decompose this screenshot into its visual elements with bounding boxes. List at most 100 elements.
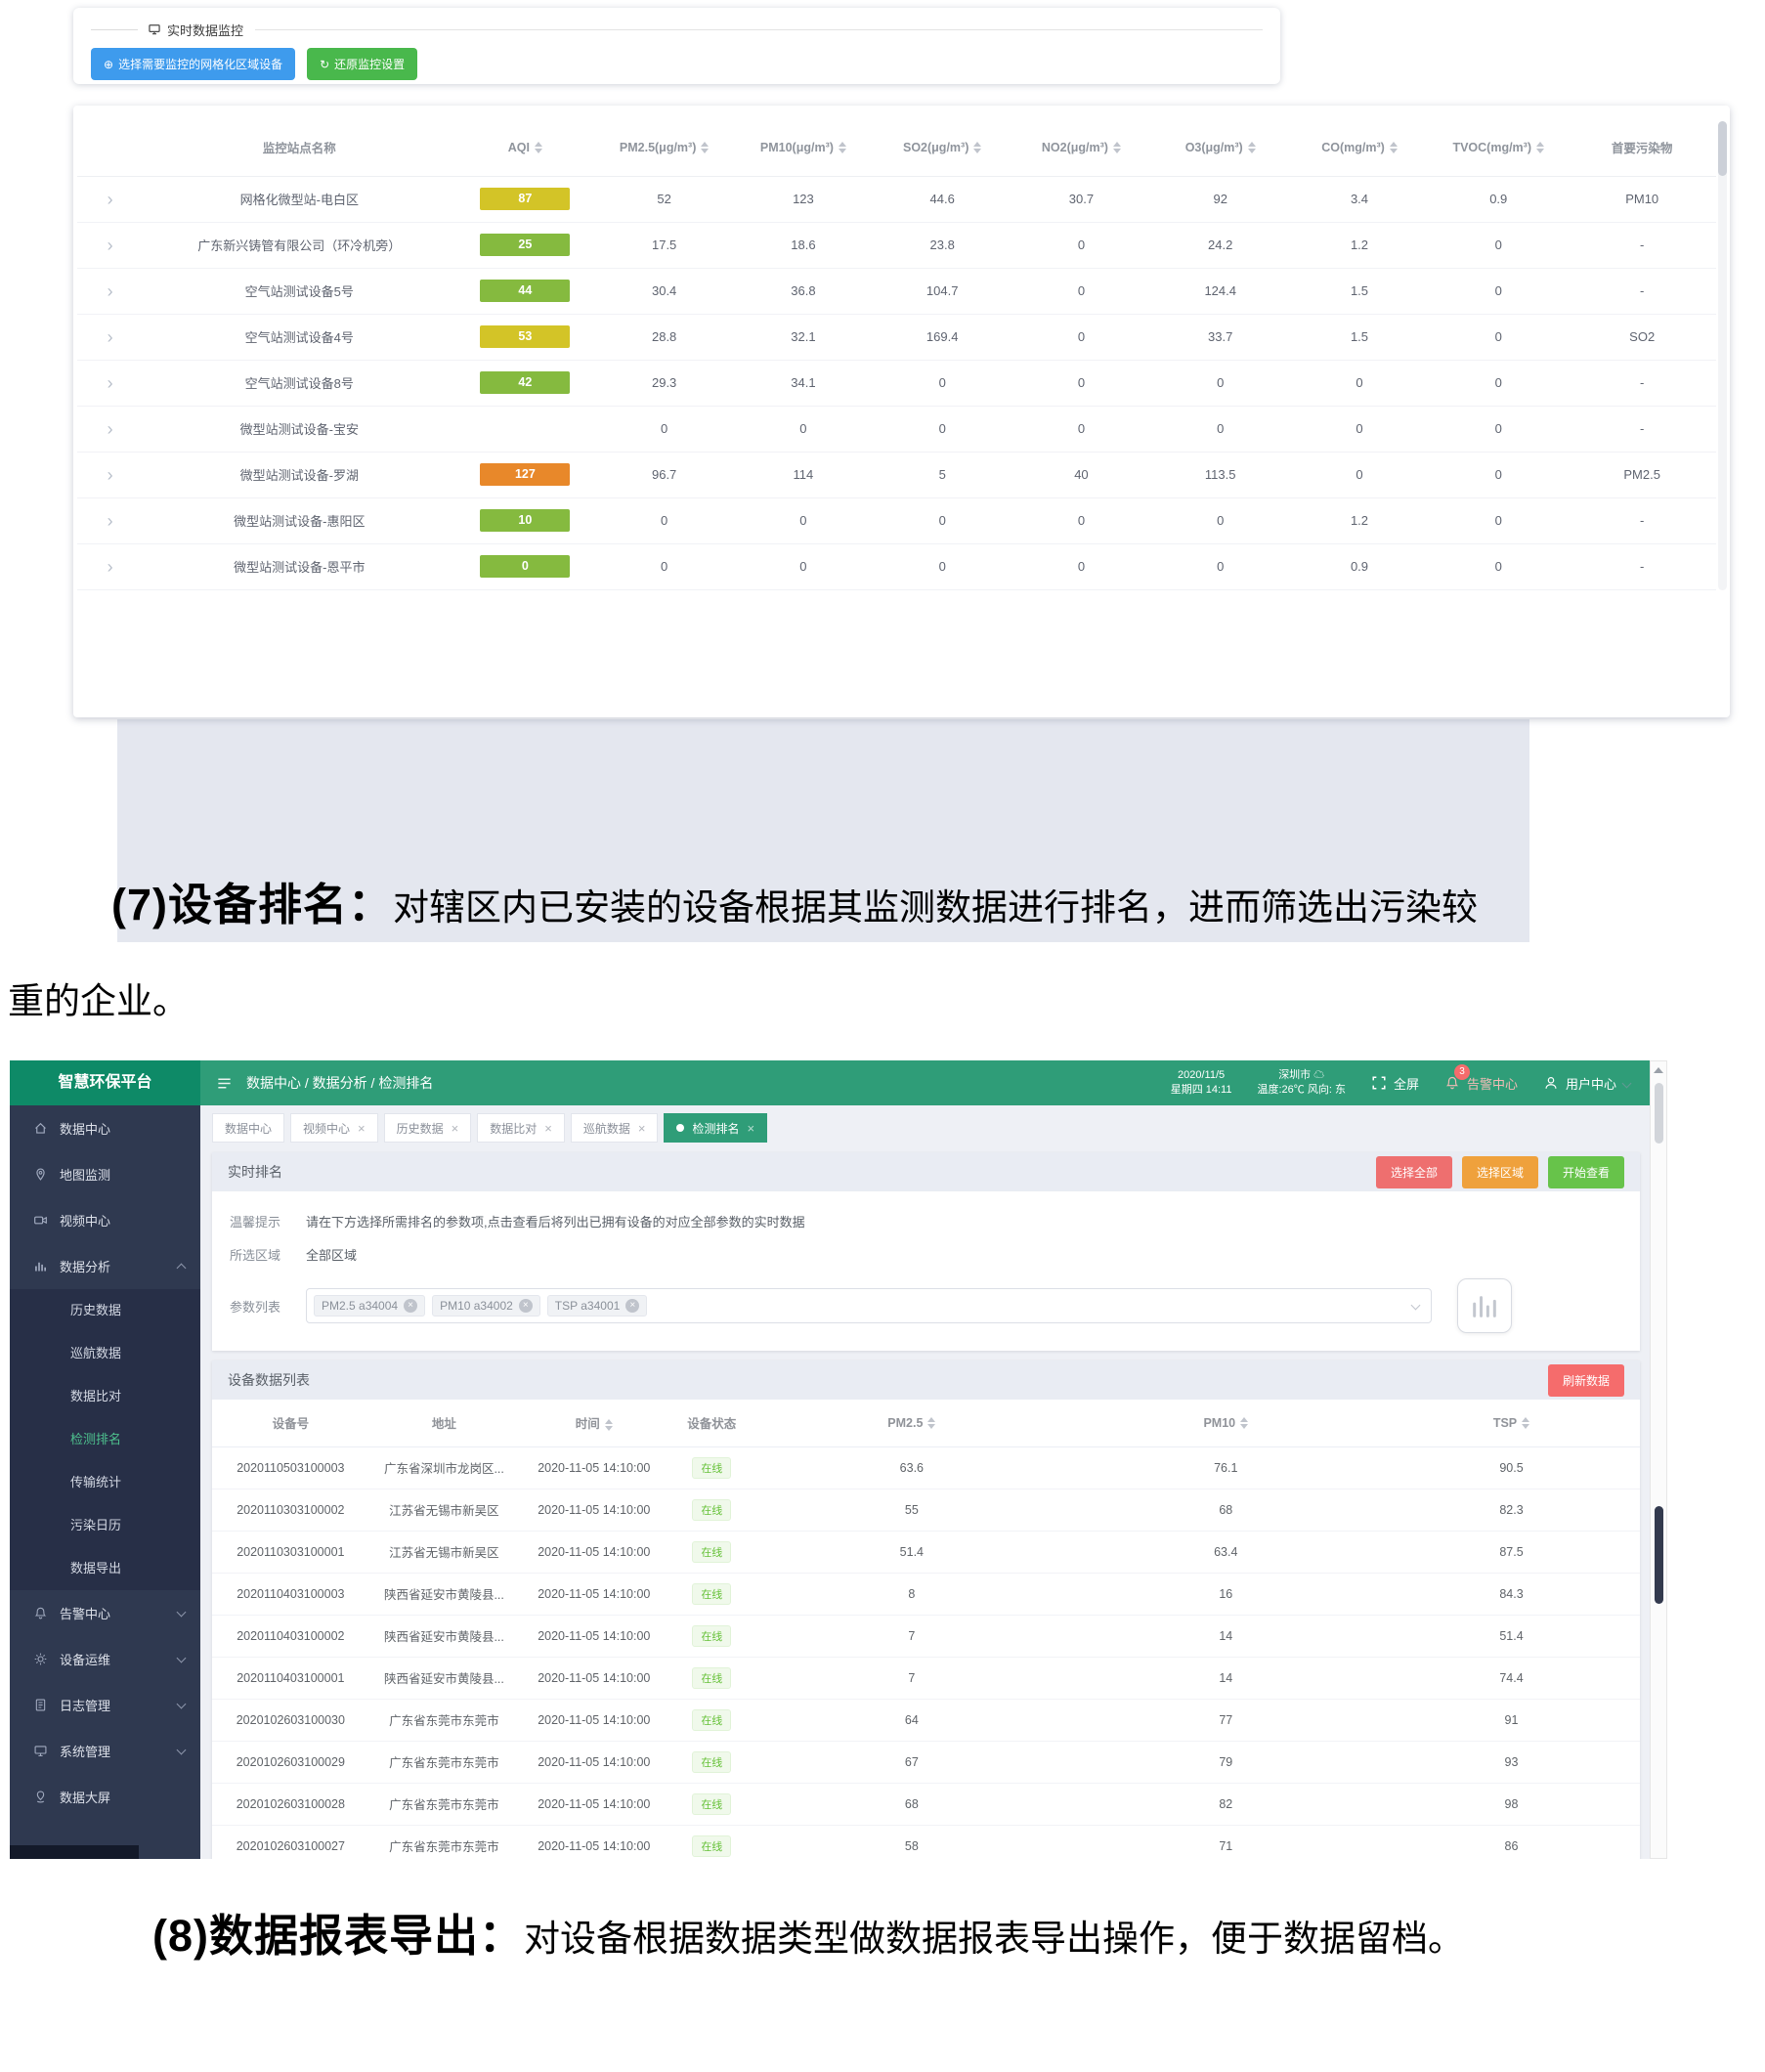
sidebar-subitem-pollution-calendar[interactable]: 污染日历 <box>10 1504 200 1547</box>
sidebar-item-data-analysis[interactable]: 数据分析 <box>10 1243 200 1289</box>
close-icon[interactable]: × <box>747 1121 754 1136</box>
table-scrollbar[interactable] <box>1718 121 1727 590</box>
sort-icon[interactable] <box>927 1417 935 1429</box>
sort-icon[interactable] <box>1240 1417 1248 1429</box>
select-region-button[interactable]: 选择区域 <box>1462 1156 1538 1188</box>
sort-icon[interactable] <box>605 1419 613 1431</box>
chevron-right-icon[interactable]: › <box>108 558 113 576</box>
value-cell: 0 <box>873 360 1012 406</box>
column-header-label: TSP <box>1493 1416 1517 1430</box>
chevron-right-icon[interactable]: › <box>108 237 113 254</box>
remove-tag-icon[interactable]: × <box>519 1299 533 1313</box>
inner-scrollbar-thumb[interactable] <box>1655 1506 1663 1604</box>
table-row: ›微型站测试设备-罗湖12796.7114540113.500PM2.5 <box>77 452 1716 497</box>
close-icon[interactable]: × <box>452 1121 459 1136</box>
sort-icon[interactable] <box>1248 142 1256 153</box>
chevron-right-icon[interactable]: › <box>108 282 113 300</box>
table-scrollbar-thumb[interactable] <box>1718 121 1727 176</box>
column-header-label: 首要污染物 <box>1612 142 1673 155</box>
page-scrollbar-thumb[interactable] <box>1655 1083 1663 1144</box>
column-header[interactable]: TVOC(mg/m³) <box>1429 119 1568 176</box>
column-header[interactable]: PM2.5 <box>754 1400 1068 1446</box>
alert-center-button[interactable]: 3 告警中心 <box>1444 1074 1518 1093</box>
refresh-data-button[interactable]: 刷新数据 <box>1548 1364 1624 1397</box>
sort-icon[interactable] <box>1522 1417 1529 1429</box>
sidebar-item-device-ops[interactable]: 设备运维 <box>10 1636 200 1682</box>
column-header[interactable]: AQI <box>455 119 594 176</box>
sidebar-subitem-data-export[interactable]: 数据导出 <box>10 1547 200 1590</box>
column-header[interactable]: 时间 <box>519 1400 668 1446</box>
remove-tag-icon[interactable]: × <box>404 1299 417 1313</box>
table-row: 2020110403100002陕西省延安市黄陵县...2020-11-05 1… <box>212 1615 1640 1657</box>
chart-view-button[interactable] <box>1457 1278 1512 1333</box>
sidebar-item-system-manage[interactable]: 系统管理 <box>10 1728 200 1774</box>
tab-detect-rank[interactable]: 检测排名 × <box>664 1113 767 1143</box>
chevron-right-icon[interactable]: › <box>108 512 113 530</box>
screen-icon <box>33 1790 49 1805</box>
sidebar-subitem-detect-rank[interactable]: 检测排名 <box>10 1418 200 1461</box>
map-pin-icon <box>33 1167 49 1183</box>
close-icon[interactable]: × <box>638 1121 646 1136</box>
column-header[interactable]: O3(μg/m³) <box>1151 119 1290 176</box>
scroll-up-arrow-icon[interactable] <box>1654 1067 1663 1073</box>
status-badge: 在线 <box>692 1457 731 1479</box>
chevron-right-icon[interactable]: › <box>108 328 113 346</box>
sidebar-subitem-history-data[interactable]: 历史数据 <box>10 1289 200 1332</box>
sort-icon[interactable] <box>839 142 846 153</box>
station-name-cell: 空气站测试设备8号 <box>143 360 455 406</box>
sidebar-item-log-manage[interactable]: 日志管理 <box>10 1682 200 1728</box>
sidebar-item-alarm-center[interactable]: 告警中心 <box>10 1590 200 1636</box>
sort-icon[interactable] <box>535 142 542 153</box>
status-badge: 在线 <box>692 1625 731 1647</box>
column-header[interactable]: NO2(μg/m³) <box>1012 119 1150 176</box>
sort-icon[interactable] <box>1536 142 1544 153</box>
chevron-right-icon[interactable]: › <box>108 466 113 484</box>
user-center-button[interactable]: 用户中心 <box>1543 1074 1630 1093</box>
value-cell: 74.4 <box>1383 1657 1640 1699</box>
menu-icon[interactable] <box>216 1075 233 1092</box>
sort-icon[interactable] <box>1390 142 1398 153</box>
sort-icon[interactable] <box>973 142 981 153</box>
close-icon[interactable]: × <box>544 1121 552 1136</box>
start-view-button[interactable]: 开始查看 <box>1548 1156 1624 1188</box>
sidebar-item-map-monitor[interactable]: 地图监测 <box>10 1151 200 1197</box>
column-header[interactable]: PM10(μg/m³) <box>734 119 873 176</box>
sidebar-item-video-center[interactable]: 视频中心 <box>10 1197 200 1243</box>
tab-data-compare[interactable]: 数据比对× <box>477 1113 565 1143</box>
remove-tag-icon[interactable]: × <box>625 1299 639 1313</box>
select-all-button[interactable]: 选择全部 <box>1376 1156 1452 1188</box>
tab-history-data[interactable]: 历史数据× <box>384 1113 472 1143</box>
reset-monitor-button[interactable]: ↻还原监控设置 <box>307 48 417 80</box>
column-header[interactable]: PM2.5(μg/m³) <box>595 119 734 176</box>
chevron-right-icon[interactable]: › <box>108 191 113 208</box>
table-row: ›网格化微型站-电白区875212344.630.7923.40.9PM10 <box>77 176 1716 222</box>
column-header[interactable]: PM10 <box>1069 1400 1383 1446</box>
sidebar-item-data-center[interactable]: 数据中心 <box>10 1105 200 1151</box>
select-grid-devices-button[interactable]: ⊕选择需要监控的网格化区域设备 <box>91 48 295 80</box>
column-header: 设备号 <box>212 1400 369 1446</box>
chevron-right-icon[interactable]: › <box>108 374 113 392</box>
tab-data-center[interactable]: 数据中心 <box>212 1113 284 1143</box>
tab-video-center[interactable]: 视频中心× <box>290 1113 378 1143</box>
fullscreen-button[interactable]: 全屏 <box>1371 1074 1419 1093</box>
sidebar-subitem-transfer-stats[interactable]: 传输统计 <box>10 1461 200 1504</box>
param-select[interactable]: PM2.5 a34004×PM10 a34002×TSP a34001× <box>306 1288 1432 1323</box>
value-cell: 陕西省延安市黄陵县... <box>369 1573 519 1615</box>
status-badge: 在线 <box>692 1583 731 1605</box>
sidebar-subitem-cruise-data[interactable]: 巡航数据 <box>10 1332 200 1375</box>
column-header[interactable]: TSP <box>1383 1400 1640 1446</box>
tab-label: 检测排名 <box>692 1120 739 1137</box>
sort-icon[interactable] <box>1113 142 1121 153</box>
close-icon[interactable]: × <box>358 1121 366 1136</box>
column-header[interactable]: SO2(μg/m³) <box>873 119 1012 176</box>
sidebar-subitem-data-compare[interactable]: 数据比对 <box>10 1375 200 1418</box>
value-cell: 广东省东莞市东莞市 <box>369 1741 519 1783</box>
brand-logo[interactable]: 智慧环保平台 <box>10 1060 200 1105</box>
value-cell: 169.4 <box>873 314 1012 360</box>
column-header[interactable]: CO(mg/m³) <box>1290 119 1429 176</box>
sidebar-item-data-screen[interactable]: 数据大屏 <box>10 1774 200 1820</box>
sort-icon[interactable] <box>701 142 709 153</box>
chevron-right-icon[interactable]: › <box>108 420 113 438</box>
tab-cruise-data[interactable]: 巡航数据× <box>571 1113 659 1143</box>
page-scrollbar[interactable] <box>1650 1060 1667 1859</box>
